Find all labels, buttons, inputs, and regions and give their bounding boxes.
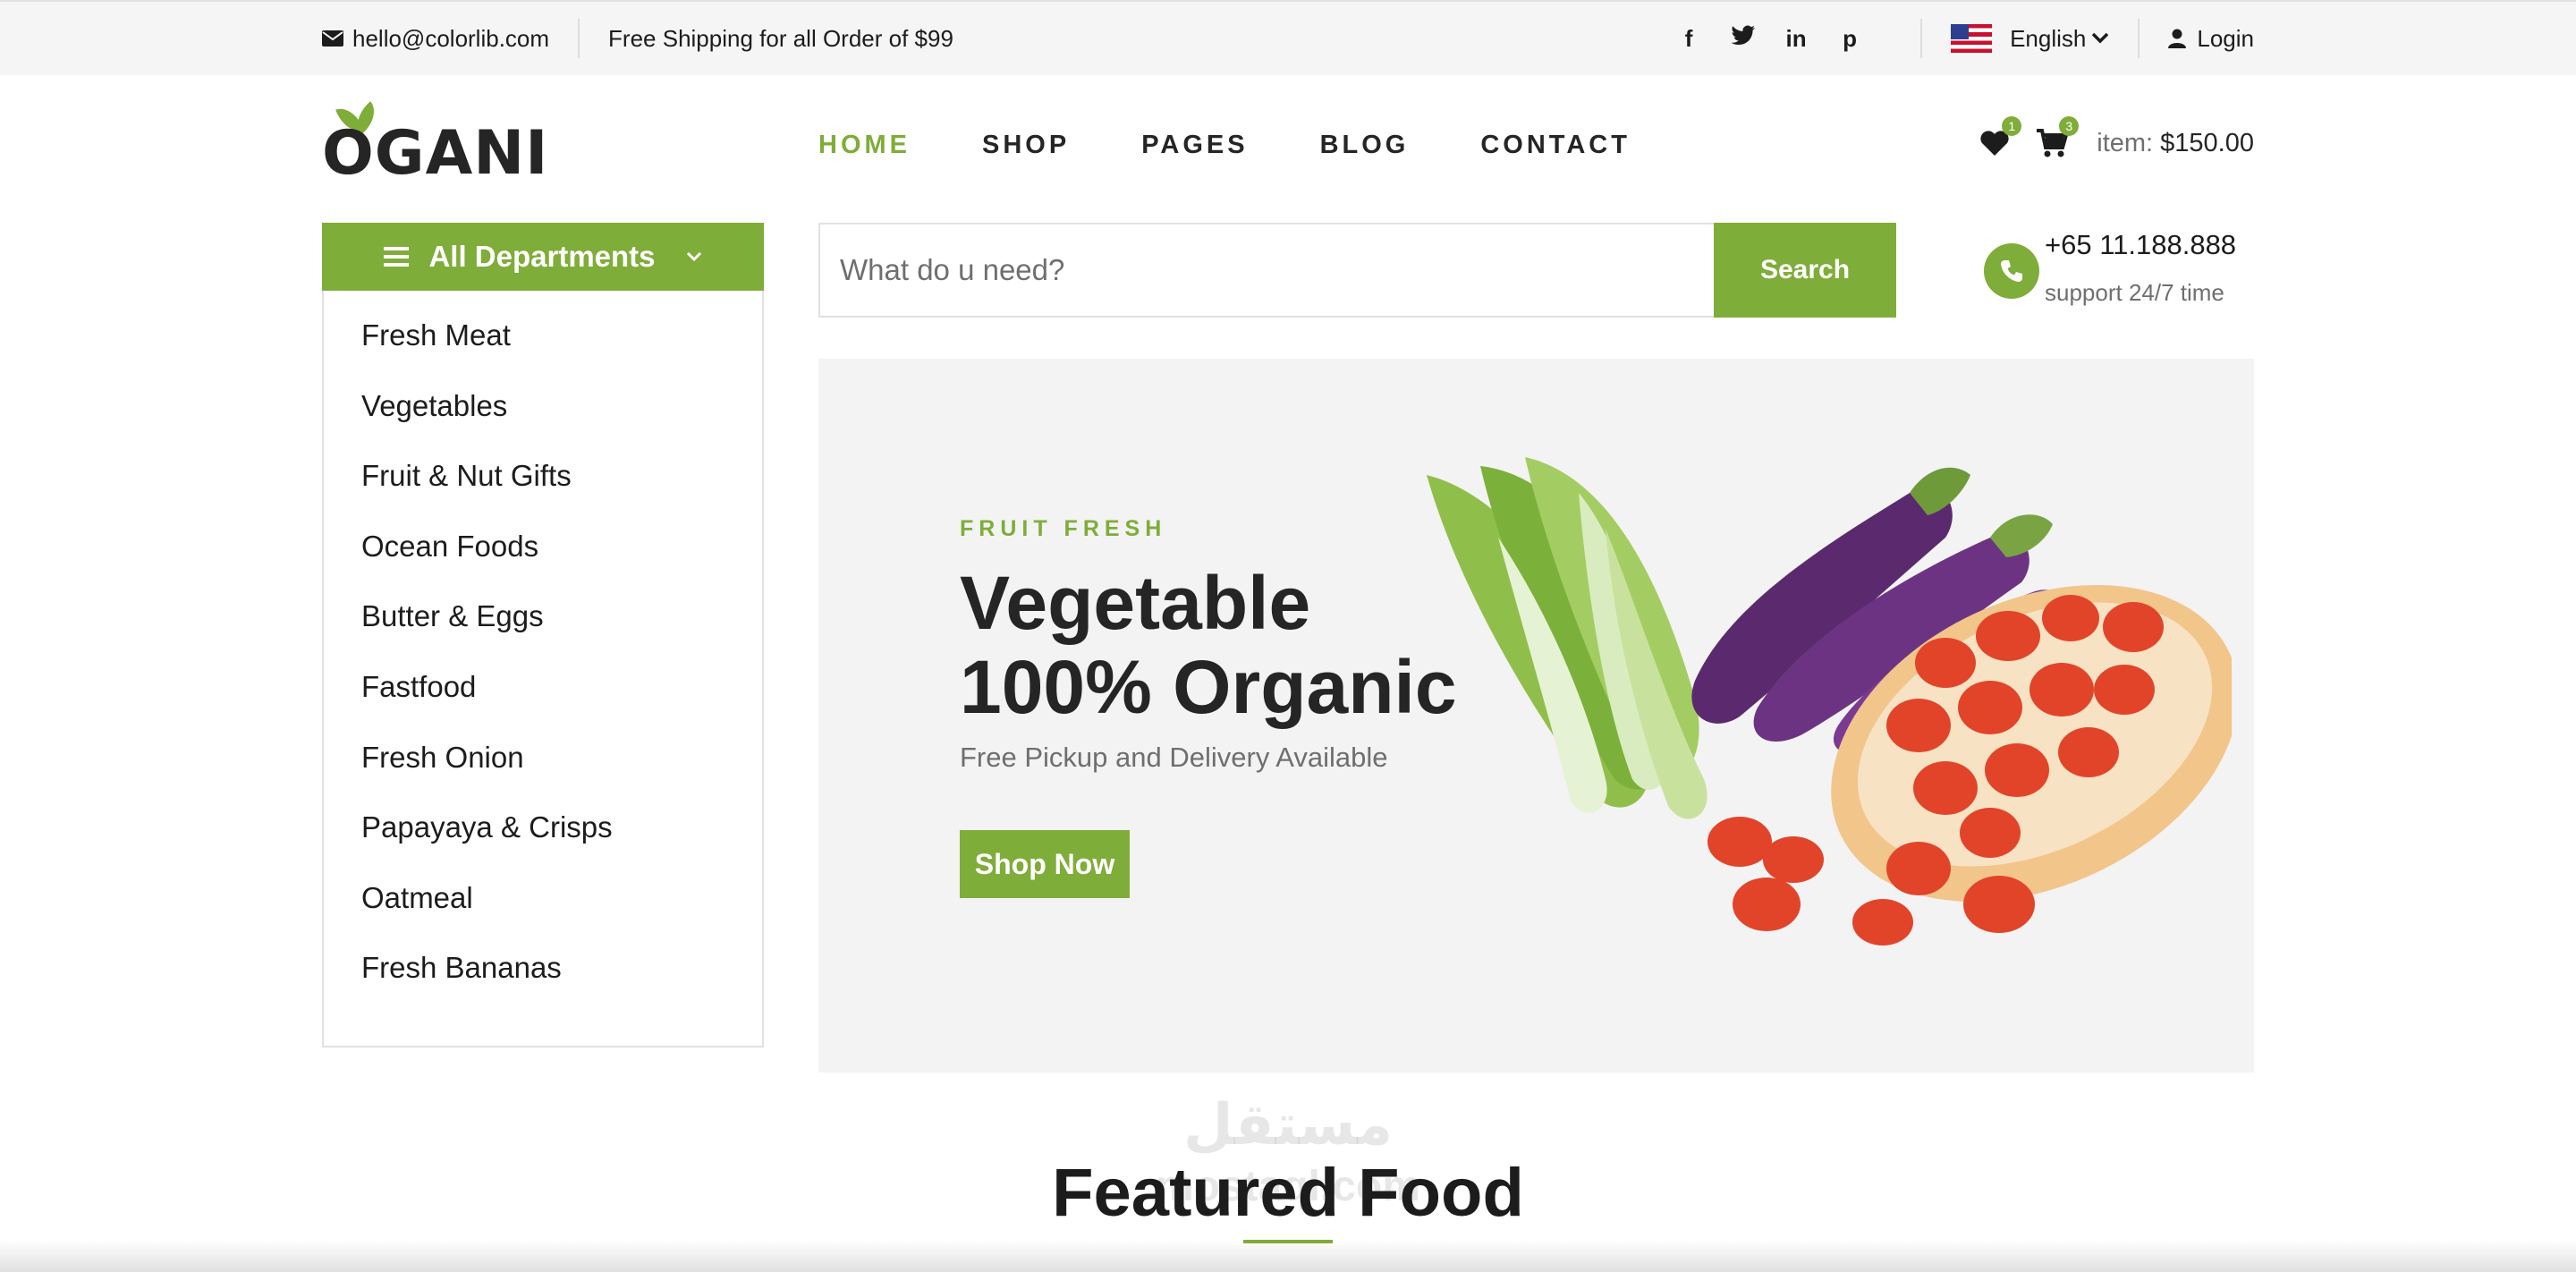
twitter-icon[interactable] (1731, 25, 1756, 53)
cart-total: item: $150.00 (2097, 129, 2254, 158)
chevron-down-icon (686, 251, 701, 262)
nav-shop[interactable]: SHOP (982, 131, 1070, 160)
logo-text: OGANI (322, 118, 549, 189)
phone-number[interactable]: +65 11.188.888 (2045, 229, 2236, 261)
search-input[interactable] (820, 225, 1714, 316)
hero-kicker: FRUIT FRESH (960, 516, 1167, 541)
nav-home[interactable]: HOME (818, 131, 911, 160)
hero-subtitle: Free Pickup and Delivery Available (960, 742, 1388, 773)
search-form: Search (818, 223, 1896, 318)
us-flag-icon (1951, 24, 1993, 53)
language-selector[interactable]: English (1951, 24, 2109, 53)
bok-choy-illustration (1427, 457, 1707, 819)
department-item[interactable]: Oatmeal (324, 881, 762, 953)
all-departments-toggle[interactable]: All Departments (322, 223, 764, 291)
pinterest-icon[interactable]: p (1838, 25, 1861, 53)
all-departments-label: All Departments (428, 240, 656, 273)
envelope-icon (322, 30, 343, 47)
chevron-down-icon (2092, 32, 2109, 44)
department-item[interactable]: Fruit & Nut Gifts (324, 460, 762, 530)
social-links: f in p (1677, 25, 1861, 53)
login-label: Login (2197, 24, 2254, 52)
nav-blog[interactable]: BLOG (1320, 131, 1410, 160)
department-item[interactable]: Vegetables (324, 389, 762, 461)
department-item[interactable]: Fresh Meat (324, 318, 762, 390)
site-logo[interactable]: OGANI (322, 98, 547, 188)
email-text: hello@colorlib.com (352, 24, 550, 52)
shop-now-button[interactable]: Shop Now (960, 830, 1130, 898)
cart-count-badge: 3 (2059, 116, 2080, 136)
wishlist-button[interactable]: 1 (1977, 116, 2022, 161)
cart-total-amount: $150.00 (2160, 128, 2254, 157)
divider (1920, 19, 1923, 58)
department-item[interactable]: Ocean Foods (324, 530, 762, 601)
contact-email[interactable]: hello@colorlib.com (322, 25, 549, 53)
shipping-notice: Free Shipping for all Order of $99 (608, 24, 953, 52)
header-cart: 1 3 item: $150.00 (1977, 116, 2254, 161)
facebook-icon[interactable]: f (1677, 25, 1700, 53)
cart-button[interactable]: 3 (2034, 116, 2080, 161)
nav-pages[interactable]: PAGES (1141, 131, 1248, 160)
top-bar: hello@colorlib.com Free Shipping for all… (0, 0, 2576, 75)
divider (578, 19, 580, 58)
menu-icon (384, 247, 410, 267)
departments-list: Fresh Meat Vegetables Fruit & Nut Gifts … (322, 291, 764, 1047)
main-nav: HOME SHOP PAGES BLOG CONTACT (818, 131, 1631, 160)
linkedin-icon[interactable]: in (1784, 25, 1808, 53)
hero-banner: FRUIT FRESH Vegetable 100% Organic Free … (818, 359, 2254, 1073)
cart-item-label: item: (2097, 128, 2154, 157)
language-label: English (2010, 24, 2087, 52)
support-hours: support 24/7 time (2045, 279, 2224, 306)
nav-contact[interactable]: CONTACT (1480, 131, 1631, 160)
featured-title: Featured Food (1052, 1155, 1524, 1231)
wishlist-count-badge: 1 (2002, 116, 2022, 136)
watermark-arabic: مستقل (1182, 1092, 1394, 1157)
search-button[interactable]: Search (1714, 223, 1896, 318)
phone-icon (1984, 243, 2039, 299)
department-item[interactable]: Fresh Onion (324, 741, 762, 812)
department-item[interactable]: Fastfood (324, 670, 762, 742)
bottom-shadow (0, 1240, 2576, 1272)
department-item[interactable]: Butter & Eggs (324, 600, 762, 671)
divider (2138, 19, 2140, 58)
user-icon (2168, 29, 2187, 48)
login-link[interactable]: Login (2168, 25, 2254, 53)
department-item[interactable]: Papayaya & Crisps (324, 811, 762, 882)
vegetables-image (1427, 457, 2232, 946)
department-item[interactable]: Fresh Bananas (324, 952, 762, 1022)
